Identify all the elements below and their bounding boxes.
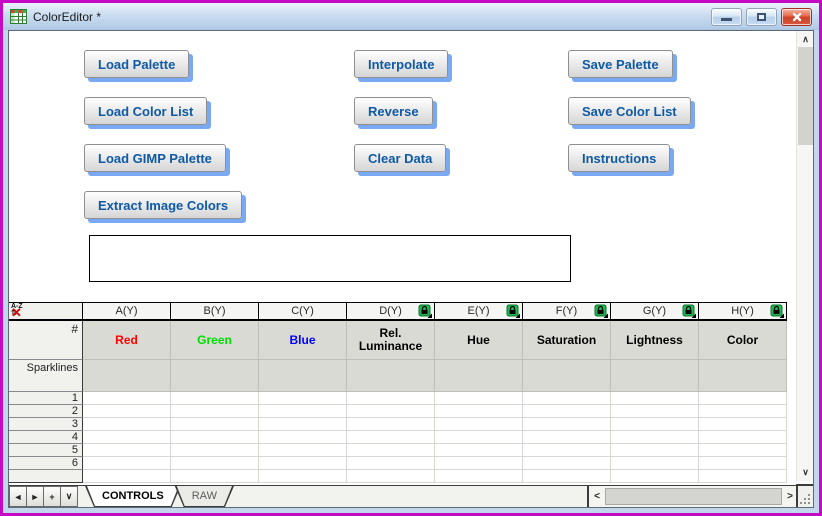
sparklines-row-header[interactable]: Sparklines <box>9 360 83 392</box>
row-header-7[interactable] <box>9 470 83 483</box>
row-cells[interactable] <box>83 444 787 457</box>
row-header-5[interactable]: 5 <box>9 444 83 457</box>
long-name-hue[interactable]: Hue <box>435 321 523 360</box>
long-name-rel-luminance[interactable]: Rel. Luminance <box>347 321 435 360</box>
column-header-a[interactable]: A(Y) <box>83 302 171 321</box>
data-row-6: 6 <box>9 457 787 470</box>
sheet-nav-last-button[interactable]: ► <box>26 486 44 507</box>
data-row-7 <box>9 470 787 483</box>
save-color-list-button[interactable]: Save Color List <box>568 97 691 125</box>
restore-button[interactable] <box>746 7 777 26</box>
long-name-color[interactable]: Color <box>699 321 787 360</box>
tab-raw[interactable]: RAW <box>175 486 234 507</box>
add-sheet-button[interactable]: + <box>43 486 61 507</box>
row-cells[interactable] <box>83 418 787 431</box>
column-header-g[interactable]: G(Y) <box>611 302 699 321</box>
horizontal-scroll-thumb[interactable] <box>605 488 782 505</box>
load-color-list-button[interactable]: Load Color List <box>84 97 208 125</box>
load-palette-button[interactable]: Load Palette <box>84 50 190 78</box>
row-header-3[interactable]: 3 <box>9 418 83 431</box>
row-cells[interactable] <box>83 457 787 470</box>
sheet-tab-bar: ◄ ► + ∨ CONTROLS RAW < > <box>9 485 798 507</box>
tab-controls[interactable]: CONTROLS <box>85 486 181 507</box>
close-button[interactable] <box>781 7 812 26</box>
data-row-2: 2 <box>9 405 787 418</box>
data-row-1: 1 <box>9 392 787 405</box>
column-header-f[interactable]: F(Y) <box>523 302 611 321</box>
sheet-list-button[interactable]: ∨ <box>60 486 78 507</box>
sparklines-cells[interactable] <box>83 360 787 392</box>
sheet-nav-first-button[interactable]: ◄ <box>9 486 27 507</box>
data-row-4: 4 <box>9 431 787 444</box>
close-icon <box>792 12 801 21</box>
column-header-h[interactable]: H(Y) <box>699 302 787 321</box>
worksheet-icon <box>10 9 27 24</box>
long-name-row: # Red Green Blue Rel. Luminance Hue Satu… <box>9 321 787 360</box>
resize-grip[interactable] <box>796 484 813 507</box>
column-header-row: A-Z ⇅ ✕ A(Y) B(Y) C(Y) D(Y) E(Y) F(Y) G(Y… <box>9 302 787 321</box>
scroll-down-icon[interactable]: ∨ <box>797 465 814 480</box>
coloreditor-window: ColorEditor * Load Palette Load Color Li… <box>0 0 822 516</box>
interpolate-button[interactable]: Interpolate <box>354 50 449 78</box>
vertical-scroll-thumb[interactable] <box>798 47 813 145</box>
row-header-4[interactable]: 4 <box>9 431 83 444</box>
row-cells[interactable] <box>83 405 787 418</box>
lock-icon[interactable] <box>594 304 608 318</box>
lock-icon[interactable] <box>770 304 784 318</box>
palette-list-box[interactable] <box>89 235 571 282</box>
scroll-up-icon[interactable]: ∧ <box>797 32 814 47</box>
sort-disabled-icon: A-Z ⇅ ✕ <box>11 303 23 320</box>
column-header-d[interactable]: D(Y) <box>347 302 435 321</box>
column-header-b[interactable]: B(Y) <box>171 302 259 321</box>
long-name-green[interactable]: Green <box>171 321 259 360</box>
row-header-2[interactable]: 2 <box>9 405 83 418</box>
extract-image-colors-button[interactable]: Extract Image Colors <box>84 191 243 219</box>
lock-icon[interactable] <box>682 304 696 318</box>
load-gimp-palette-button[interactable]: Load GIMP Palette <box>84 144 226 172</box>
row-header-1[interactable]: 1 <box>9 392 83 405</box>
restore-icon <box>757 12 766 21</box>
minimize-icon <box>721 18 732 21</box>
row-cells[interactable] <box>83 431 787 444</box>
horizontal-scrollbar[interactable]: < > <box>587 486 798 507</box>
row-cells[interactable] <box>83 470 787 483</box>
window-title: ColorEditor * <box>33 9 102 24</box>
scroll-left-icon[interactable]: < <box>589 486 605 507</box>
title-bar[interactable]: ColorEditor * <box>3 3 819 30</box>
save-palette-button[interactable]: Save Palette <box>568 50 673 78</box>
clear-data-button[interactable]: Clear Data <box>354 144 447 172</box>
long-name-lightness[interactable]: Lightness <box>611 321 699 360</box>
reverse-button[interactable]: Reverse <box>354 97 433 125</box>
lock-icon[interactable] <box>506 304 520 318</box>
sparklines-row: Sparklines <box>9 360 787 392</box>
grip-dots-icon <box>800 502 802 504</box>
lock-icon[interactable] <box>418 304 432 318</box>
vertical-scrollbar[interactable]: ∧ ∨ <box>796 31 813 481</box>
long-name-red[interactable]: Red <box>83 321 171 360</box>
instructions-button[interactable]: Instructions <box>568 144 671 172</box>
column-header-e[interactable]: E(Y) <box>435 302 523 321</box>
worksheet: A-Z ⇅ ✕ A(Y) B(Y) C(Y) D(Y) E(Y) F(Y) G(Y… <box>9 302 787 483</box>
sheet-tabs: CONTROLS RAW <box>85 486 228 507</box>
minimize-button[interactable] <box>711 7 742 26</box>
client-area: Load Palette Load Color List Load GIMP P… <box>8 30 814 508</box>
corner-cell[interactable]: A-Z ⇅ ✕ <box>9 302 83 321</box>
long-name-row-header[interactable]: # <box>9 321 83 360</box>
long-name-saturation[interactable]: Saturation <box>523 321 611 360</box>
long-name-blue[interactable]: Blue <box>259 321 347 360</box>
row-cells[interactable] <box>83 392 787 405</box>
data-row-3: 3 <box>9 418 787 431</box>
column-header-c[interactable]: C(Y) <box>259 302 347 321</box>
row-header-6[interactable]: 6 <box>9 457 83 470</box>
data-row-5: 5 <box>9 444 787 457</box>
